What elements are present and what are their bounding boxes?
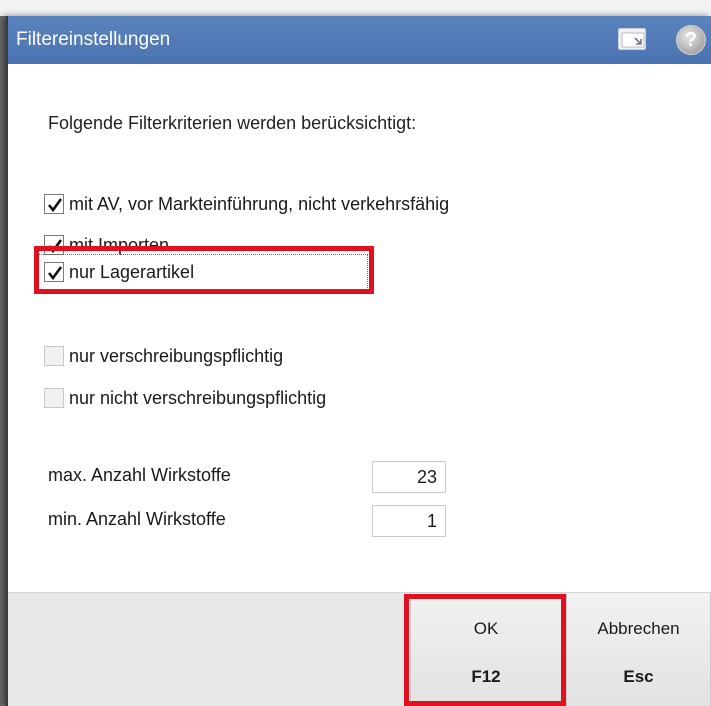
checkbox-nicht-verschreibungspflichtig[interactable] (44, 388, 64, 408)
checkbox-row-nicht-verschreibungspflichtig[interactable]: nur nicht verschreibungspflichtig (44, 385, 326, 411)
max-wirkstoffe-label: max. Anzahl Wirkstoffe (48, 465, 231, 485)
dialog-content: Folgende Filterkriterien werden berücksi… (8, 64, 711, 592)
checkmark-icon (47, 198, 63, 213)
background-text-fragment (318, 0, 428, 4)
background-window-edge (0, 0, 711, 16)
dock-window-icon[interactable] (618, 28, 646, 50)
checkbox-label-nicht-verschreibungspflichtig: nur nicht verschreibungspflichtig (69, 387, 327, 408)
cancel-button[interactable]: Abbrechen Esc (566, 593, 711, 706)
checkbox-row-verschreibungspflichtig[interactable]: nur verschreibungspflichtig (44, 343, 283, 369)
highlight-box-ok-button (404, 594, 566, 706)
min-wirkstoffe-label: min. Anzahl Wirkstoffe (48, 509, 226, 529)
checkbox-verschreibungspflichtig[interactable] (44, 346, 64, 366)
checkbox-label-verschreibungspflichtig: nur verschreibungspflichtig (69, 345, 284, 366)
help-icon[interactable]: ? (676, 25, 706, 55)
highlight-box-lagerartikel (34, 246, 374, 294)
max-wirkstoffe-input[interactable]: 23 (372, 461, 446, 493)
filter-settings-dialog: Filtereinstellungen ? Folgende Filterkri… (6, 16, 711, 706)
cancel-button-label: Abbrechen (597, 619, 680, 638)
dialog-titlebar: Filtereinstellungen ? (8, 16, 711, 64)
dialog-title: Filtereinstellungen (16, 29, 171, 50)
cancel-button-shortcut: Esc (623, 667, 654, 686)
background-text-fragment (8, 0, 78, 4)
checkbox-row-av[interactable]: mit AV, vor Markteinführung, nicht verke… (44, 191, 449, 217)
dialog-footer: OK F12 Abbrechen Esc (8, 592, 711, 706)
checkbox-label-av: mit AV, vor Markteinführung, nicht verke… (69, 193, 450, 214)
filter-heading: Folgende Filterkriterien werden berücksi… (48, 113, 417, 133)
min-wirkstoffe-input[interactable]: 1 (372, 505, 446, 537)
checkbox-av[interactable] (44, 194, 64, 214)
